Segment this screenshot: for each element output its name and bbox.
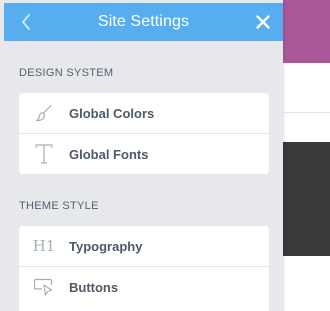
menu-item-global-fonts[interactable]: Global Fonts [19,133,269,174]
heading-h1-icon: H1 [32,237,56,255]
back-button[interactable] [16,8,36,36]
panel-title: Site Settings [97,13,190,30]
menu-item-label: Global Colors [69,105,155,121]
menu-item-label: Global Fonts [69,146,149,162]
site-settings-panel: Site Settings DESIGN SYSTEM Global Color… [0,0,283,311]
panel-header: Site Settings [4,3,283,41]
background-divider [283,112,330,113]
cursor-button-icon [32,275,56,299]
menu-item-label: Typography [69,238,143,254]
menu-item-typography[interactable]: H1 Typography [19,226,269,266]
brush-icon [32,101,56,125]
menu-item-buttons[interactable]: Buttons [19,266,269,307]
close-button[interactable] [251,10,275,34]
close-icon [256,15,270,29]
section-title-design-system: DESIGN SYSTEM [19,67,114,79]
menu-item-label: Buttons [69,279,119,295]
section-title-theme-style: THEME STYLE [19,200,99,212]
background-page [283,0,330,311]
theme-style-card: H1 Typography Buttons [19,226,269,311]
menu-item-global-colors[interactable]: Global Colors [19,93,269,133]
chevron-left-icon [22,14,30,30]
design-system-card: Global Colors Global Fonts [19,93,269,174]
font-t-icon [32,142,56,166]
background-header-strip [283,0,330,63]
background-dark-section [283,142,330,256]
